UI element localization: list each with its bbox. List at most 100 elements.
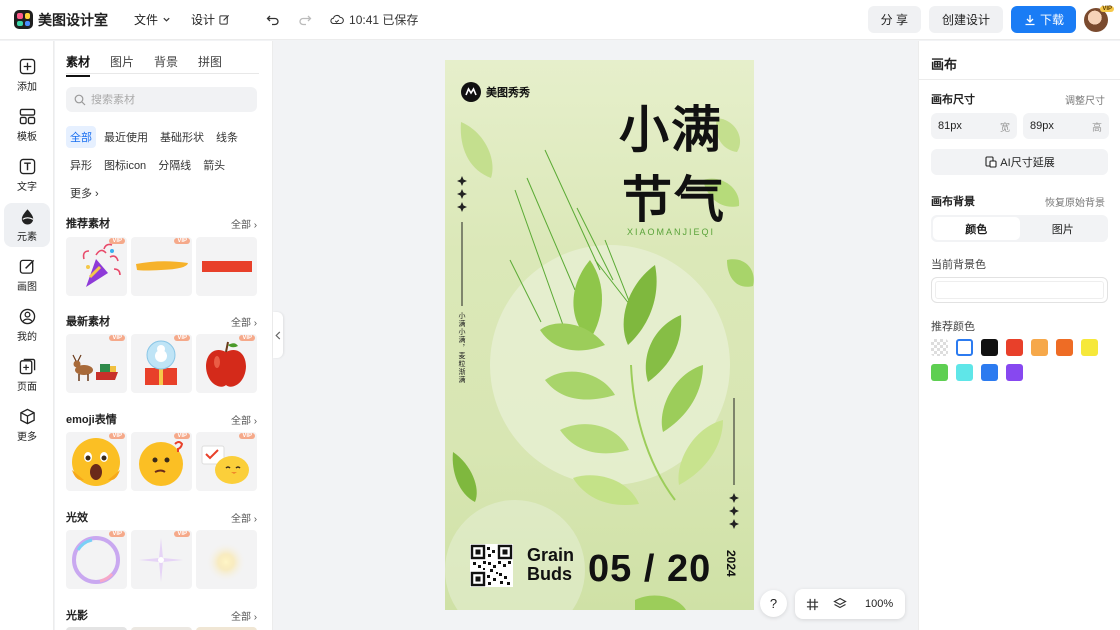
- asset-chick-emoji[interactable]: VIP: [196, 432, 257, 491]
- poster-year[interactable]: 2024: [724, 550, 738, 577]
- bg-type-toggle: 颜色 图片: [931, 215, 1108, 242]
- asset-party-popper[interactable]: VIP: [66, 237, 127, 296]
- chip-arrows[interactable]: 箭头: [199, 154, 229, 176]
- height-value: 89px: [1030, 120, 1054, 132]
- width-field[interactable]: 81px 宽: [931, 113, 1017, 139]
- resize-link[interactable]: 调整尺寸: [1065, 92, 1105, 107]
- current-bg-color-swatch[interactable]: [931, 277, 1108, 303]
- divider: [919, 79, 1120, 80]
- save-status-text: 10:41 已保存: [349, 13, 419, 27]
- asset-thinking-emoji[interactable]: VIP: [131, 432, 192, 491]
- height-field[interactable]: 89px 高: [1023, 113, 1109, 139]
- nav-text[interactable]: 文字: [4, 153, 50, 197]
- download-button[interactable]: 下载: [1010, 6, 1076, 33]
- chip-icons[interactable]: 图标icon: [100, 154, 150, 176]
- ai-extend-label: AI尺寸延展: [1000, 157, 1055, 169]
- swatch-red[interactable]: [1006, 339, 1023, 356]
- asset-reindeer-sleigh[interactable]: VIP: [66, 334, 127, 393]
- section-all-link[interactable]: 全部 ›: [231, 216, 257, 231]
- create-design-button[interactable]: 创建设计: [928, 6, 1003, 33]
- undo-icon[interactable]: [264, 11, 282, 29]
- section-all-link[interactable]: 全部 ›: [231, 510, 257, 525]
- avatar[interactable]: VIP: [1084, 5, 1114, 32]
- swatch-purple[interactable]: [1006, 364, 1023, 381]
- design-canvas[interactable]: 美图秀秀 小满 节气 XIAOMANJIEQI 小满小满，麦粒渐满 Grain …: [445, 60, 754, 610]
- brand-name: 美图秀秀: [486, 87, 530, 99]
- asset-soft-glow[interactable]: [196, 530, 257, 589]
- help-button[interactable]: ?: [760, 590, 787, 617]
- nav-pages[interactable]: 页面: [4, 353, 50, 397]
- chip-lines[interactable]: 线条: [212, 126, 242, 148]
- section-all-link[interactable]: 全部 ›: [231, 412, 257, 427]
- chip-dividers[interactable]: 分隔线: [154, 154, 195, 176]
- swatch-transparent[interactable]: [931, 339, 948, 356]
- asset-sparkle-light[interactable]: VIP: [131, 530, 192, 589]
- toggle-image[interactable]: 图片: [1020, 217, 1107, 240]
- ai-extend-button[interactable]: AI尺寸延展: [931, 149, 1108, 175]
- asset-snow-globe[interactable]: VIP: [131, 334, 192, 393]
- tab-images[interactable]: 图片: [110, 53, 134, 73]
- swatch-cyan[interactable]: [956, 364, 973, 381]
- swatch-orange[interactable]: [1056, 339, 1073, 356]
- nav-label: 更多: [17, 432, 37, 443]
- search-input[interactable]: [91, 93, 241, 106]
- app-logo[interactable]: 美图设计室: [14, 10, 108, 30]
- nav-elements[interactable]: 元素: [4, 203, 50, 247]
- nav-draw[interactable]: 画图: [4, 253, 50, 297]
- width-value: 81px: [938, 120, 962, 132]
- redo-icon[interactable]: [296, 11, 314, 29]
- vip-badge: VIP: [174, 238, 190, 244]
- qr-code[interactable]: [470, 544, 513, 587]
- chip-more[interactable]: 更多 ›: [66, 182, 103, 204]
- asset-shocked-emoji[interactable]: VIP: [66, 432, 127, 491]
- download-label: 下载: [1039, 13, 1064, 27]
- poster-vertical-text[interactable]: 小满小满，麦粒渐满: [456, 312, 466, 384]
- asset-red-rectangle[interactable]: [196, 237, 257, 296]
- restore-bg-link[interactable]: 恢复原始背景: [1045, 194, 1105, 209]
- design-menu[interactable]: 设计: [191, 11, 230, 28]
- chip-recent[interactable]: 最近使用: [100, 126, 152, 148]
- chip-all[interactable]: 全部: [66, 126, 96, 148]
- asset-bubble-ring[interactable]: VIP: [66, 530, 127, 589]
- swatch-yellow[interactable]: [1081, 339, 1098, 356]
- grid-icon[interactable]: [803, 595, 821, 613]
- asset-yellow-brush[interactable]: VIP: [131, 237, 192, 296]
- share-button[interactable]: 分 享: [867, 6, 921, 33]
- poster-grain-buds[interactable]: Grain Buds: [527, 546, 574, 584]
- nav-more[interactable]: 更多: [4, 403, 50, 447]
- tab-backgrounds[interactable]: 背景: [154, 53, 178, 73]
- nav-label: 添加: [17, 82, 37, 93]
- poster-pinyin[interactable]: XIAOMANJIEQI: [627, 227, 715, 237]
- swatch-blue[interactable]: [981, 364, 998, 381]
- asset-red-apple[interactable]: VIP: [196, 334, 257, 393]
- toggle-color[interactable]: 颜色: [933, 217, 1020, 240]
- design-menu-label: 设计: [191, 13, 216, 27]
- zoom-level[interactable]: 100%: [865, 598, 893, 610]
- chip-irregular[interactable]: 异形: [66, 154, 96, 176]
- section-all-link[interactable]: 全部 ›: [231, 608, 257, 623]
- chip-basic-shapes[interactable]: 基础形状: [156, 126, 208, 148]
- nav-add[interactable]: 添加: [4, 53, 50, 97]
- layers-icon[interactable]: [831, 595, 849, 613]
- tab-collage[interactable]: 拼图: [198, 53, 222, 73]
- cloud-icon: [328, 11, 346, 29]
- swatch-black[interactable]: [981, 339, 998, 356]
- category-chips: 全部 最近使用 基础形状 线条 异形 图标icon 分隔线 箭头 更多 ›: [66, 126, 266, 210]
- poster-title-line2[interactable]: 节气: [622, 160, 726, 232]
- top-right-actions: 分 享 创建设计 下载 VIP: [860, 5, 1114, 33]
- collapse-panel-button[interactable]: [273, 312, 283, 358]
- swatch-light-orange[interactable]: [1031, 339, 1048, 356]
- poster-title-line1[interactable]: 小满: [619, 90, 723, 162]
- section-all-link[interactable]: 全部 ›: [231, 314, 257, 329]
- poster-brand[interactable]: 美图秀秀: [461, 82, 530, 102]
- file-menu[interactable]: 文件: [134, 11, 171, 28]
- nav-mine[interactable]: 我的: [4, 303, 50, 347]
- tab-materials[interactable]: 素材: [66, 53, 91, 77]
- shapes-icon: [18, 207, 36, 225]
- swatch-green[interactable]: [931, 364, 948, 381]
- text-icon: [18, 157, 36, 175]
- poster-date[interactable]: 05 / 20: [588, 548, 711, 591]
- swatch-white[interactable]: [956, 339, 973, 356]
- nav-templates[interactable]: 模板: [4, 103, 50, 147]
- height-unit: 高: [1092, 122, 1102, 134]
